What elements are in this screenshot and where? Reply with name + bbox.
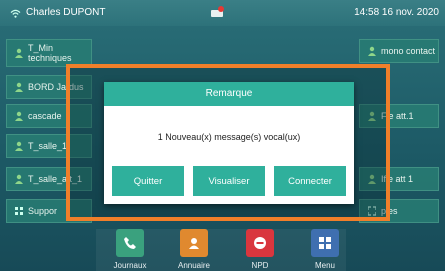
contact-icon [15, 174, 23, 184]
voicemail-dialog: Remarque 1 Nouveau(x) message(s) vocal(u… [104, 82, 354, 204]
view-button[interactable]: Visualiser [193, 166, 265, 196]
contact-icon [15, 48, 23, 58]
dock-tiles: Journaux Annuaire NPD Menu [0, 229, 445, 271]
phone-icon [124, 237, 136, 249]
user-name: Charles DUPONT [26, 7, 106, 18]
line-key-label: T_Min techniques [28, 43, 72, 63]
menu-tile[interactable] [311, 229, 339, 257]
voicemail-icon [211, 6, 224, 17]
connect-button[interactable]: Connecter [274, 166, 346, 196]
line-key-label: T_salle_1 [28, 141, 68, 151]
line-status-icon [10, 9, 21, 18]
contact-icon [15, 111, 23, 121]
journals-label: Journaux [113, 261, 147, 270]
line-key-right-1[interactable]: mono contact [359, 39, 439, 63]
directory-tile[interactable] [180, 229, 208, 257]
line-key-label: Suppor [28, 206, 58, 216]
directory-icon [189, 238, 199, 249]
line-key-label: mono contact [381, 46, 436, 56]
dnd-icon [254, 237, 266, 249]
line-key-label: cascade [28, 111, 62, 121]
dialog-buttons: Quitter Visualiser Connecter [112, 166, 346, 196]
dialog-title: Remarque [104, 82, 354, 106]
contact-icon [15, 141, 23, 151]
user-indicator: Charles DUPONT [10, 0, 105, 26]
menu-grid-icon [319, 237, 331, 249]
journals-tile[interactable] [116, 229, 144, 257]
status-bar: Charles DUPONT 14:58 16 nov. 2020 [0, 0, 445, 26]
grid-icon [15, 207, 23, 215]
menu-label: Menu [314, 261, 335, 270]
date-time: 14:58 16 nov. 2020 [354, 7, 439, 18]
dnd-tile[interactable] [246, 229, 274, 257]
quit-button[interactable]: Quitter [112, 166, 184, 196]
line-key-1[interactable]: T_Min techniques [6, 39, 92, 67]
dnd-label: NPD [251, 261, 269, 270]
contact-icon [368, 46, 376, 56]
contact-icon [15, 82, 23, 92]
dialog-message: 1 Nouveau(x) message(s) vocal(ux) [157, 132, 301, 142]
directory-label: Annuaire [177, 261, 211, 270]
